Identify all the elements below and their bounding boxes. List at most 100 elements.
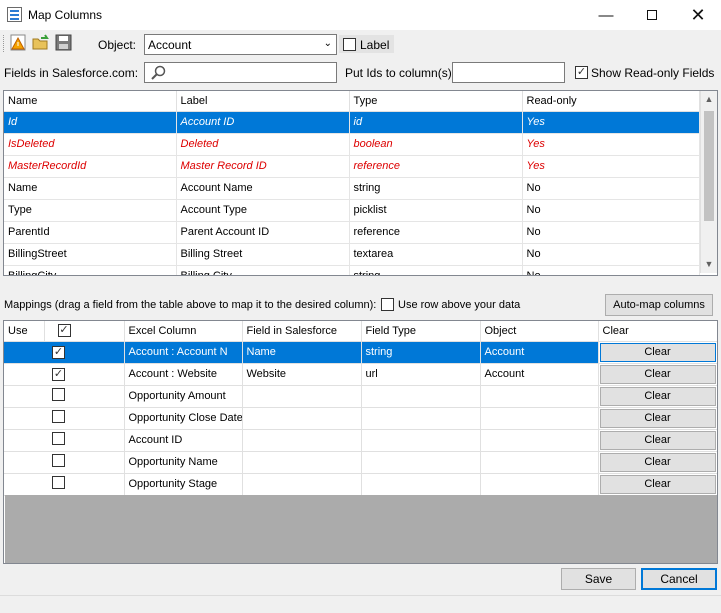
search-icon (151, 65, 166, 80)
cell-field (242, 429, 362, 452)
column-header-label[interactable]: Label (176, 91, 350, 112)
column-header-object[interactable]: Object (480, 321, 599, 342)
use-cell[interactable]: ✓ (4, 363, 125, 386)
cell-object (480, 451, 599, 474)
open-folder-icon[interactable] (32, 34, 50, 52)
cell-name: BillingCity (4, 265, 177, 275)
mapping-row[interactable]: Account ID Clear (4, 429, 717, 452)
table-row[interactable]: Name Account Name string No (4, 177, 700, 200)
cell-type: textarea (349, 243, 523, 266)
save-button[interactable]: Save (561, 568, 636, 590)
select-all-checkbox[interactable]: ✓ (57, 324, 71, 338)
use-row-above-label: Use row above your data (398, 299, 521, 311)
scroll-up-icon[interactable]: ▲ (701, 91, 717, 108)
column-header-clear[interactable]: Clear (598, 321, 717, 342)
use-cell[interactable] (4, 407, 125, 430)
table-row[interactable]: BillingCity Billing City string No (4, 265, 700, 275)
clear-button[interactable]: Clear (599, 430, 716, 450)
cell-field (242, 385, 362, 408)
use-cell[interactable]: ✓ (4, 341, 125, 364)
use-checkbox[interactable] (52, 410, 65, 423)
cancel-button[interactable]: Cancel (641, 568, 717, 590)
use-checkbox[interactable] (52, 454, 65, 467)
minimize-icon[interactable]: — (583, 0, 629, 30)
cell-readonly: Yes (522, 133, 700, 156)
chevron-down-icon[interactable]: ⌄ (324, 38, 332, 49)
cell-field-type (361, 429, 481, 452)
table-row[interactable]: ParentId Parent Account ID reference No (4, 221, 700, 244)
show-readonly-checkbox[interactable]: ✓ (575, 66, 588, 79)
cell-label: Account Type (176, 199, 350, 222)
cell-field-type: string (361, 341, 481, 364)
mapping-row[interactable]: Opportunity Amount Clear (4, 385, 717, 408)
table-row[interactable]: MasterRecordId Master Record ID referenc… (4, 155, 700, 178)
use-checkbox[interactable] (52, 388, 65, 401)
table-row[interactable]: IsDeleted Deleted boolean Yes (4, 133, 700, 156)
save-icon[interactable] (55, 34, 73, 52)
cell-name: ParentId (4, 221, 177, 244)
use-cell[interactable] (4, 429, 125, 452)
use-checkbox[interactable]: ✓ (52, 345, 65, 359)
column-header-readonly[interactable]: Read-only (522, 91, 700, 112)
column-header-field[interactable]: Field in Salesforce (242, 321, 362, 342)
cell-field-type: url (361, 363, 481, 386)
table-row[interactable]: Type Account Type picklist No (4, 199, 700, 222)
search-input[interactable] (144, 62, 337, 83)
clear-button[interactable]: Clear (599, 342, 716, 362)
cell-name: Id (4, 111, 177, 134)
clear-button[interactable]: Clear (599, 386, 716, 406)
object-label: Object: (98, 38, 137, 52)
mapping-row[interactable]: Opportunity Stage Clear (4, 473, 717, 496)
object-combobox[interactable]: Account ⌄ (144, 34, 337, 55)
fields-label: Fields in Salesforce.com: (4, 66, 139, 80)
scrollbar-thumb[interactable] (704, 111, 714, 221)
cell-label: Master Record ID (176, 155, 350, 178)
clear-button[interactable]: Clear (599, 408, 716, 428)
cell-excel-column: Account ID (124, 429, 243, 452)
use-checkbox[interactable] (52, 432, 65, 445)
vertical-scrollbar[interactable]: ▲ ▼ (700, 91, 717, 273)
use-cell[interactable] (4, 473, 125, 496)
cell-type: id (349, 111, 523, 134)
cell-type: reference (349, 155, 523, 178)
automap-button[interactable]: Auto-map columns (605, 294, 713, 316)
scroll-down-icon[interactable]: ▼ (701, 256, 717, 273)
toolbar-grip (3, 35, 5, 52)
cell-type: string (349, 177, 523, 200)
column-header-select-all[interactable]: ✓ (44, 321, 125, 342)
cell-object: Account (480, 363, 599, 386)
column-header-type[interactable]: Type (349, 91, 523, 112)
use-cell[interactable] (4, 385, 125, 408)
column-header-field-type[interactable]: Field Type (361, 321, 481, 342)
use-checkbox[interactable] (52, 476, 65, 489)
warning-icon[interactable] (10, 34, 28, 52)
clear-button[interactable]: Clear (599, 474, 716, 494)
column-header-use[interactable]: Use (4, 321, 45, 342)
mapping-row[interactable]: ✓ Account : Account N Name string Accoun… (4, 341, 717, 364)
table-row[interactable]: BillingStreet Billing Street textarea No (4, 243, 700, 266)
cell-name: MasterRecordId (4, 155, 177, 178)
cell-name: IsDeleted (4, 133, 177, 156)
cell-label: Billing City (176, 265, 350, 275)
use-row-above-checkbox[interactable] (381, 298, 394, 311)
column-header-name[interactable]: Name (4, 91, 177, 112)
close-icon[interactable]: ✕ (675, 0, 721, 30)
cell-field-type (361, 451, 481, 474)
label-checkbox[interactable] (343, 38, 356, 51)
object-value: Account (148, 38, 192, 52)
label-checkbox-text: Label (360, 38, 390, 52)
column-header-excel[interactable]: Excel Column (124, 321, 243, 342)
table-row[interactable]: Id Account ID id Yes (4, 111, 700, 134)
cell-readonly: No (522, 243, 700, 266)
cell-object (480, 473, 599, 496)
maximize-icon[interactable] (629, 0, 675, 30)
mapping-row[interactable]: Opportunity Name Clear (4, 451, 717, 474)
mapping-row[interactable]: ✓ Account : Website Website url Account … (4, 363, 717, 386)
clear-button[interactable]: Clear (599, 452, 716, 472)
use-cell[interactable] (4, 451, 125, 474)
use-checkbox[interactable]: ✓ (52, 367, 65, 381)
mapping-row[interactable]: Opportunity Close Date Clear (4, 407, 717, 430)
clear-button[interactable]: Clear (599, 364, 716, 384)
put-ids-input[interactable] (452, 62, 565, 83)
cell-type: picklist (349, 199, 523, 222)
